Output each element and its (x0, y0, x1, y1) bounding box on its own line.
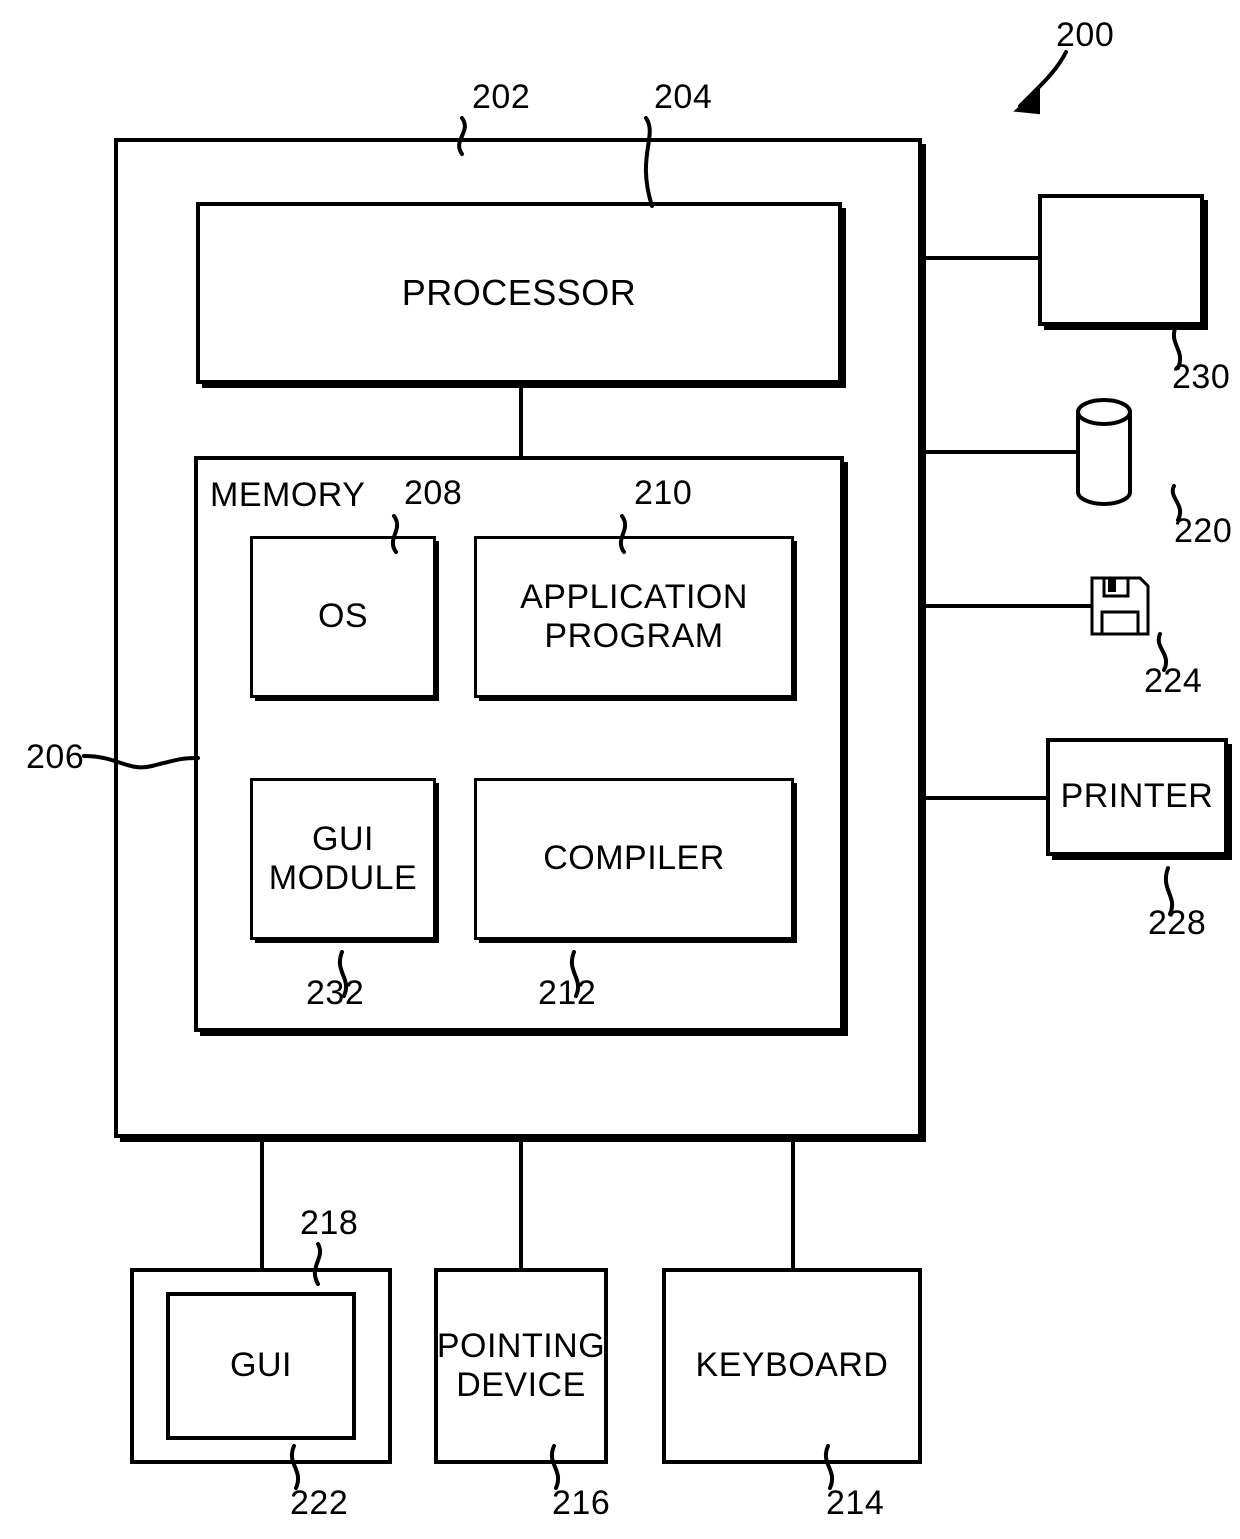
ref-202: 202 (472, 78, 531, 116)
ref-222: 222 (290, 1484, 349, 1522)
ref-204: 204 (654, 78, 713, 116)
floppy-disk-icon (1090, 576, 1150, 636)
ref-210: 210 (634, 474, 693, 512)
ref-228: 228 (1148, 904, 1207, 942)
ref-208: 208 (404, 474, 463, 512)
keyboard-block: KEYBOARD (662, 1268, 922, 1464)
pointing-device-block: POINTING DEVICE (434, 1268, 608, 1464)
memory-label: MEMORY (210, 476, 366, 514)
keyboard-label: KEYBOARD (695, 1346, 889, 1385)
ref-224: 224 (1144, 662, 1203, 700)
compiler-block: COMPILER (474, 778, 794, 940)
ref-212: 212 (538, 974, 597, 1012)
printer-label: PRINTER (1060, 777, 1214, 816)
ref-220: 220 (1174, 512, 1233, 550)
gui-module-block: GUI MODULE (250, 778, 436, 940)
ref-214: 214 (826, 1484, 885, 1522)
figure-canvas: PROCESSOR MEMORY OS APPLICATION PROGRAM … (0, 0, 1240, 1539)
gui-label: GUI (230, 1346, 292, 1385)
ref-206: 206 (26, 738, 85, 776)
ref-216: 216 (552, 1484, 611, 1522)
gui-block: GUI (166, 1292, 356, 1440)
ref-218: 218 (300, 1204, 359, 1242)
processor-block: PROCESSOR (196, 202, 842, 384)
ref-230: 230 (1172, 358, 1231, 396)
application-program-label: APPLICATION PROGRAM (520, 577, 748, 655)
processor-label: PROCESSOR (401, 272, 637, 314)
os-label: OS (317, 597, 369, 636)
gui-module-label: GUI MODULE (268, 819, 418, 897)
pointing-device-label: POINTING DEVICE (436, 1326, 606, 1404)
ref-232: 232 (306, 974, 365, 1012)
data-storage-icon (1076, 398, 1132, 506)
printer-block: PRINTER (1046, 738, 1228, 856)
application-program-block: APPLICATION PROGRAM (474, 536, 794, 698)
compiler-label: COMPILER (543, 839, 725, 878)
display-block (1038, 194, 1204, 326)
os-block: OS (250, 536, 436, 698)
ref-200: 200 (1056, 16, 1115, 54)
